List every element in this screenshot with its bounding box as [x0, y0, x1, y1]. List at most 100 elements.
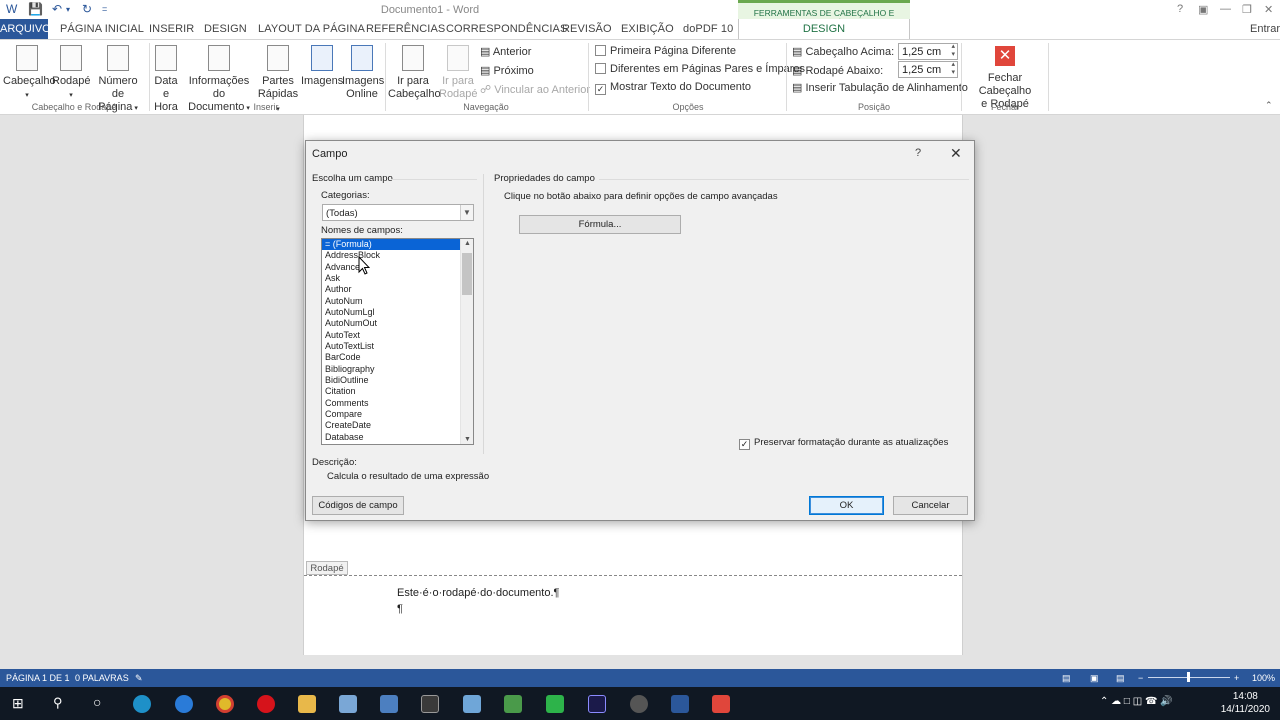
app-icon[interactable] — [504, 695, 522, 713]
list-item[interactable]: AutoTextList — [322, 341, 473, 352]
page-number-icon — [107, 45, 129, 71]
previous-button[interactable]: ▤ Anterior — [480, 45, 531, 58]
minimize-icon[interactable]: — — [1220, 3, 1231, 15]
insert-alignment-tab-button[interactable]: ▤ Inserir Tabulação de Alinhamento — [792, 81, 968, 94]
list-item[interactable]: AutoNumLgl — [322, 307, 473, 318]
list-item[interactable]: AutoNum — [322, 296, 473, 307]
search-icon[interactable]: ⚲ — [53, 695, 63, 711]
list-item[interactable]: AutoNumOut — [322, 318, 473, 329]
camtasia-icon[interactable] — [546, 695, 564, 713]
word-count[interactable]: 0 PALAVRAS — [75, 673, 129, 683]
tab-layout[interactable]: LAYOUT DA PÁGINA — [258, 23, 365, 35]
word-taskbar-icon[interactable] — [671, 695, 689, 713]
go-to-footer-button[interactable]: Ir para Rodapé — [439, 45, 478, 101]
ok-button[interactable]: OK — [809, 496, 884, 515]
tab-correspondencias[interactable]: CORRESPONDÊNCIAS — [446, 23, 567, 35]
header-button[interactable]: Cabeçalho ▾ — [3, 45, 56, 102]
footer-button[interactable]: Rodapé ▾ — [52, 45, 91, 102]
field-codes-button[interactable]: Códigos de campo — [312, 496, 404, 515]
tab-design-context[interactable]: DESIGN — [738, 19, 910, 39]
scroll-down-icon[interactable]: ▼ — [461, 436, 473, 443]
field-names-list[interactable]: = (Formula) AddressBlock Advance Ask Aut… — [321, 238, 474, 445]
list-item[interactable]: Bibliography — [322, 364, 473, 375]
calculator-icon[interactable] — [380, 695, 398, 713]
close-icon[interactable]: ✕ — [950, 145, 962, 162]
header-from-top-spinner[interactable]: 1,25 cm — [898, 43, 958, 60]
file-explorer-icon[interactable] — [298, 695, 316, 713]
terminal-icon[interactable] — [421, 695, 439, 713]
cancel-button[interactable]: Cancelar — [893, 496, 968, 515]
footer-paragraph-mark[interactable]: ¶ — [397, 603, 403, 615]
proofing-icon[interactable]: ✎ — [135, 673, 143, 684]
chevron-down-icon[interactable]: ▼ — [460, 205, 473, 220]
list-item[interactable]: Comments — [322, 398, 473, 409]
list-item[interactable]: AutoText — [322, 330, 473, 341]
close-window-icon[interactable]: ✕ — [1264, 3, 1273, 16]
zoom-out-icon[interactable]: − — [1138, 673, 1143, 683]
list-item[interactable]: Database — [322, 432, 473, 443]
help-icon[interactable]: ? — [915, 147, 921, 159]
windows-start-icon[interactable]: ⊞ — [12, 695, 24, 712]
list-item[interactable]: = (Formula) — [322, 239, 473, 252]
tab-dopdf[interactable]: doPDF 10 — [683, 23, 733, 35]
zoom-slider-thumb[interactable] — [1187, 672, 1190, 682]
web-layout-icon[interactable]: ▤ — [1116, 673, 1125, 684]
clock[interactable]: 14:08 14/11/2020 — [1221, 690, 1270, 716]
preserve-formatting-checkbox[interactable]: ✓ Preservar formatação durante as atualiz… — [739, 437, 948, 450]
tab-pagina-inicial[interactable]: PÁGINA INICIAL — [60, 23, 144, 35]
list-item[interactable]: CreateDate — [322, 420, 473, 431]
list-item[interactable]: Citation — [322, 386, 473, 397]
different-odd-even-checkbox[interactable]: Diferentes em Páginas Pares e Ímpares — [595, 63, 805, 75]
tab-revisao[interactable]: REVISÃO — [562, 23, 612, 35]
opera-icon[interactable] — [257, 695, 275, 713]
zoom-in-icon[interactable]: + — [1234, 673, 1239, 683]
scroll-up-icon[interactable]: ▲ — [461, 240, 473, 247]
help-icon[interactable]: ? — [1177, 3, 1183, 15]
pictures-button[interactable]: Imagens — [301, 45, 343, 88]
task-view-icon[interactable]: ○ — [93, 694, 101, 710]
footer-text[interactable]: Este·é·o·rodapé·do·documento.¶ — [397, 587, 559, 599]
edge-icon[interactable] — [133, 695, 151, 713]
system-tray-icons[interactable]: ⌃ ☁ □ ◫ ☎ 🔊 — [1100, 696, 1173, 707]
link-to-previous-button[interactable]: ☍ Vincular ao Anterior — [480, 83, 590, 96]
print-layout-icon[interactable]: ▣ — [1090, 673, 1099, 684]
tab-design[interactable]: DESIGN — [204, 23, 247, 35]
collapse-ribbon-icon[interactable]: ⌃ — [1265, 100, 1273, 111]
ribbon-display-icon[interactable]: ▣ — [1198, 3, 1208, 16]
chrome-icon[interactable] — [216, 695, 234, 713]
list-item[interactable]: BidiOutline — [322, 375, 473, 386]
footer-from-bottom-spinner[interactable]: 1,25 cm — [898, 61, 958, 78]
next-button[interactable]: ▤ Próximo — [480, 64, 534, 77]
premiere-icon[interactable] — [588, 695, 606, 713]
restore-icon[interactable]: ❐ — [1242, 3, 1252, 16]
list-item[interactable]: Ask — [322, 273, 473, 284]
zoom-level[interactable]: 100% — [1252, 673, 1275, 683]
tab-exibicao[interactable]: EXIBIÇÃO — [621, 23, 674, 35]
scrollbar-thumb[interactable] — [462, 253, 472, 295]
tab-referencias[interactable]: REFERÊNCIAS — [366, 23, 445, 35]
read-mode-icon[interactable]: ▤ — [1062, 673, 1071, 684]
camtasia-recorder-icon[interactable] — [712, 695, 730, 713]
list-item[interactable]: Author — [322, 284, 473, 295]
app-icon[interactable] — [463, 695, 481, 713]
tab-arquivo[interactable]: ARQUIVO — [0, 19, 51, 39]
tab-inserir[interactable]: INSERIR — [149, 23, 194, 35]
list-item[interactable]: Advance — [322, 262, 473, 273]
internet-explorer-icon[interactable] — [175, 695, 193, 713]
different-first-page-checkbox[interactable]: Primeira Página Diferente — [595, 45, 736, 57]
list-item[interactable]: Compare — [322, 409, 473, 420]
app-icon[interactable] — [339, 695, 357, 713]
app-icon[interactable] — [630, 695, 648, 713]
categories-select[interactable]: (Todas) ▼ — [322, 204, 474, 221]
list-item[interactable]: AddressBlock — [322, 250, 473, 261]
list-scrollbar[interactable]: ▲ ▼ — [460, 239, 473, 444]
formula-button[interactable]: Fórmula... — [519, 215, 681, 234]
sign-in-link[interactable]: Entrar — [1250, 23, 1280, 35]
close-header-footer-icon[interactable]: ✕ — [995, 46, 1015, 66]
online-pictures-button[interactable]: Imagens Online — [342, 45, 384, 101]
go-to-header-button[interactable]: Ir para Cabeçalho — [388, 45, 441, 101]
show-document-text-checkbox[interactable]: ✓ Mostrar Texto do Documento — [595, 81, 751, 95]
go-to-footer-icon — [447, 45, 469, 71]
page-count[interactable]: PÁGINA 1 DE 1 — [6, 673, 70, 683]
list-item[interactable]: BarCode — [322, 352, 473, 363]
